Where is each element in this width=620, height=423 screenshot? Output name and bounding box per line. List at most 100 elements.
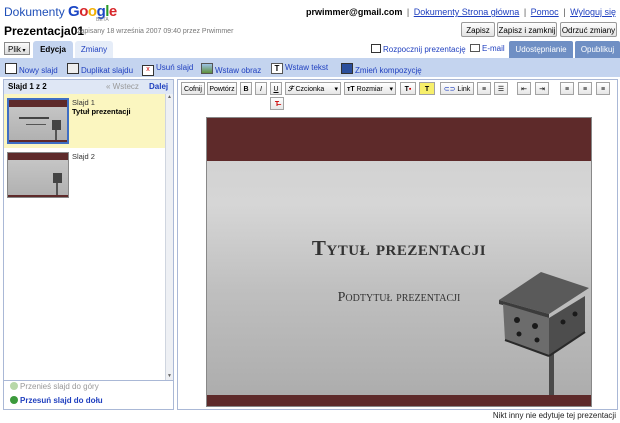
redo-button[interactable]: Powtórz bbox=[207, 82, 237, 95]
insert-image-label: Wstaw obraz bbox=[215, 66, 262, 75]
underline-button[interactable]: U bbox=[270, 82, 282, 95]
scroll-up-icon[interactable]: ▲ bbox=[166, 94, 173, 101]
indent-icon: ⇥ bbox=[539, 86, 545, 93]
new-slide-button[interactable]: Nowy slajd bbox=[5, 63, 58, 75]
slide-list-item[interactable]: Slajd 1 Tytuł prezentacji bbox=[4, 94, 166, 148]
numbered-list-button[interactable]: ≡ bbox=[477, 82, 491, 95]
move-slide-down-button[interactable]: Przesuń slajd do dołu bbox=[10, 396, 103, 405]
align-right-icon: ≡ bbox=[600, 86, 606, 93]
image-icon bbox=[201, 63, 213, 74]
move-slide-up-button[interactable]: Przenieś slajd do góry bbox=[10, 382, 99, 391]
decrease-indent-button[interactable]: ⇤ bbox=[517, 82, 531, 95]
google-logo: Google bbox=[68, 3, 117, 20]
clear-formatting-button[interactable]: T̶ bbox=[270, 97, 284, 110]
insert-text-button[interactable]: T Wstaw tekst bbox=[271, 63, 328, 74]
start-presentation-link[interactable]: Rozpocznij prezentację bbox=[371, 44, 466, 54]
bulleted-list-icon: ☰ bbox=[497, 86, 505, 93]
slide-number-label: Slajd 2 bbox=[72, 152, 95, 161]
link-label: Link bbox=[457, 86, 471, 93]
logo-text: Dokumenty bbox=[4, 5, 65, 19]
text-color-icon: T▪ bbox=[404, 86, 412, 93]
increase-indent-button[interactable]: ⇥ bbox=[535, 82, 549, 95]
link-button[interactable]: ⊂⊃ Link bbox=[440, 82, 474, 95]
slide-counter: Slajd 1 z 2 bbox=[8, 82, 47, 91]
slide-thumbnail bbox=[7, 152, 69, 198]
chevron-down-icon: ▾ bbox=[389, 86, 393, 93]
monitor-icon bbox=[371, 44, 381, 53]
slide-title-label: Tytuł prezentacji bbox=[72, 107, 131, 116]
bold-button[interactable]: B bbox=[240, 82, 252, 95]
docs-home-link[interactable]: Dokumenty Strona główna bbox=[414, 7, 520, 17]
move-slide-controls: Przenieś slajd do góry Przesuń slajd do … bbox=[4, 380, 173, 410]
delete-slide-button[interactable]: x Usuń slajd bbox=[142, 63, 193, 76]
app-logo[interactable]: Dokumenty Google BETA bbox=[4, 3, 117, 23]
collaboration-status: Nikt inny nie edytuje tej prezentacji bbox=[492, 411, 616, 420]
align-center-icon: ≡ bbox=[582, 86, 588, 93]
bulleted-list-button[interactable]: ☰ bbox=[494, 82, 508, 95]
delete-slide-label: Usuń slajd bbox=[156, 63, 194, 72]
duplicate-slide-button[interactable]: Duplikat slajdu bbox=[67, 63, 133, 75]
italic-button[interactable]: I bbox=[255, 82, 267, 95]
text-icon: T bbox=[271, 63, 283, 74]
slides-scrollbar[interactable]: ▲ ▼ bbox=[165, 94, 173, 380]
sign-out-link[interactable]: Wyloguj się bbox=[570, 7, 616, 17]
slide-list-item[interactable]: Slajd 2 bbox=[4, 148, 166, 202]
share-button[interactable]: Udostępnianie bbox=[509, 41, 573, 58]
numbered-list-icon: ≡ bbox=[481, 86, 487, 93]
link-icon: ⊂⊃ bbox=[443, 86, 456, 93]
align-right-button[interactable]: ≡ bbox=[596, 82, 610, 95]
slide-title[interactable]: Tytuł prezentacji bbox=[207, 236, 591, 261]
undo-button[interactable]: Cofnij bbox=[181, 82, 205, 95]
discard-button[interactable]: Odrzuć zmiany bbox=[560, 22, 617, 37]
insert-image-button[interactable]: Wstaw obraz bbox=[201, 63, 261, 75]
align-left-icon: ≡ bbox=[564, 86, 570, 93]
size-dropdown-label: Rozmiar bbox=[356, 86, 383, 93]
highlight-button[interactable]: T bbox=[419, 82, 435, 95]
file-menu[interactable]: Plik ▾ bbox=[4, 42, 30, 55]
user-email: prwimmer@gmail.com bbox=[306, 7, 403, 17]
move-down-label: Przesuń slajd do dołu bbox=[20, 396, 103, 405]
change-theme-button[interactable]: Zmień kompozycję bbox=[341, 63, 422, 75]
slide-footer-band bbox=[207, 395, 591, 406]
duplicate-icon bbox=[67, 63, 79, 74]
envelope-icon bbox=[470, 44, 480, 52]
chevron-down-icon: ▾ bbox=[20, 48, 26, 54]
slide-editor: Cofnij Powtórz B I U ℱ Czcionka ▾ ᴛT Roz… bbox=[177, 79, 618, 410]
duplicate-slide-label: Duplikat slajdu bbox=[81, 66, 134, 75]
tab-changes[interactable]: Zmiany bbox=[75, 41, 113, 58]
slide-thumbnail bbox=[7, 98, 69, 144]
tab-edit[interactable]: Edycja bbox=[33, 41, 73, 58]
previous-slide-link[interactable]: « Wstecz bbox=[106, 82, 139, 91]
publish-button[interactable]: Opublikuj bbox=[575, 41, 620, 58]
birdhouse-image[interactable] bbox=[491, 266, 591, 396]
save-button[interactable]: Zapisz bbox=[461, 22, 495, 37]
email-link[interactable]: E-mail bbox=[470, 44, 505, 53]
help-link[interactable]: Pomoc bbox=[531, 7, 559, 17]
align-center-button[interactable]: ≡ bbox=[578, 82, 592, 95]
start-presentation-label: Rozpocznij prezentację bbox=[383, 45, 466, 54]
clear-formatting-icon: T̶ bbox=[274, 101, 280, 108]
slide-number-label: Slajd 1 bbox=[72, 98, 95, 107]
size-dropdown[interactable]: ᴛT Rozmiar ▾ bbox=[344, 82, 396, 95]
tabs-row: Plik ▾ Edycja Zmiany Rozpocznij prezenta… bbox=[0, 40, 620, 61]
top-bar: Dokumenty Google BETA prwimmer@gmail.com… bbox=[0, 0, 620, 23]
email-label: E-mail bbox=[482, 44, 505, 53]
font-icon: ℱ bbox=[288, 86, 294, 93]
align-left-button[interactable]: ≡ bbox=[560, 82, 574, 95]
scroll-down-icon[interactable]: ▼ bbox=[166, 373, 173, 380]
slide-canvas[interactable]: Tytuł prezentacji Podtytuł prezentacji bbox=[206, 117, 592, 407]
format-toolbar: Cofnij Powtórz B I U ℱ Czcionka ▾ ᴛT Roz… bbox=[178, 80, 617, 112]
document-header: Prezentacja01 zapisany 18 września 2007 … bbox=[0, 22, 620, 42]
document-title[interactable]: Prezentacja01 bbox=[4, 24, 84, 38]
text-color-button[interactable]: T▪ bbox=[400, 82, 416, 95]
highlight-icon: T bbox=[424, 86, 430, 93]
theme-icon bbox=[341, 63, 353, 74]
new-slide-icon bbox=[5, 63, 17, 74]
font-size-icon: ᴛT bbox=[347, 86, 355, 93]
font-dropdown[interactable]: ℱ Czcionka ▾ bbox=[285, 82, 341, 95]
slides-panel: Slajd 1 z 2 « Wstecz Dalej » Slajd 1 Tyt… bbox=[3, 79, 174, 410]
save-close-button[interactable]: Zapisz i zamknij bbox=[497, 22, 557, 37]
font-dropdown-label: Czcionka bbox=[295, 86, 325, 93]
arrow-down-icon bbox=[10, 396, 18, 404]
slides-panel-header: Slajd 1 z 2 « Wstecz Dalej » bbox=[4, 80, 173, 100]
